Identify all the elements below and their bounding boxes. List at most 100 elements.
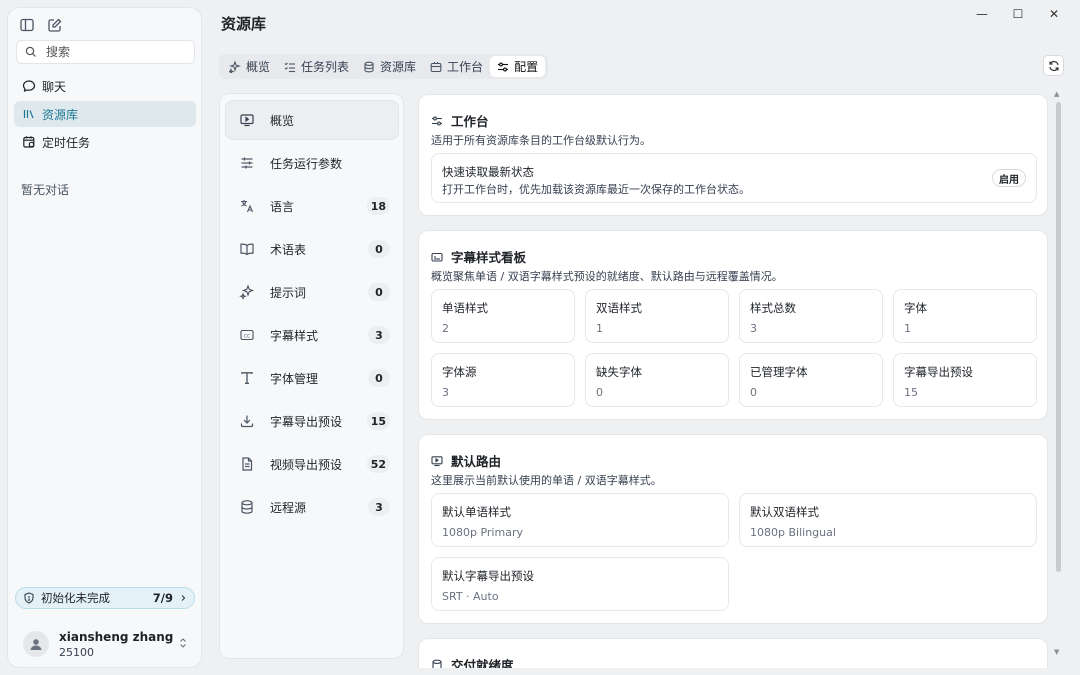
window-controls: — ☐ ✕ xyxy=(964,4,1072,24)
stat-tile: 双语样式 1 xyxy=(585,289,729,343)
card-title: 交付就绪度 xyxy=(431,655,514,668)
sparkle-icon xyxy=(229,60,241,73)
tab-workbench[interactable]: 工作台 xyxy=(423,56,490,77)
empty-conversations-text: 暂无对话 xyxy=(21,183,70,197)
stat-label: 字幕导出预设 xyxy=(904,365,973,379)
sidebar-toggle-icon[interactable] xyxy=(19,17,35,33)
document-icon xyxy=(239,456,255,472)
count-badge: 3 xyxy=(368,498,390,516)
init-status-count: 7/9 xyxy=(152,591,173,605)
count-badge: 18 xyxy=(366,197,390,215)
book-icon xyxy=(239,241,255,257)
workbench-card: 工作台 适用于所有资源库条目的工作台级默认行为。 快速读取最新状态 打开工作台时… xyxy=(418,94,1048,216)
translate-icon xyxy=(239,198,255,214)
user-profile[interactable]: xiansheng zhang 25100 xyxy=(15,624,195,664)
chevron-up-down-icon[interactable] xyxy=(179,637,187,649)
card-title: 字幕样式看板 xyxy=(431,247,526,266)
card-title-text: 工作台 xyxy=(451,114,489,129)
scroll-down-arrow[interactable]: ▼ xyxy=(1054,648,1059,656)
stat-label: 样式总数 xyxy=(750,301,796,315)
maximize-button[interactable]: ☐ xyxy=(1000,4,1036,24)
settings-item-overview[interactable]: 概览 xyxy=(226,101,398,139)
settings-item-label: 视频导出预设 xyxy=(270,457,343,472)
enable-button[interactable]: 启用 xyxy=(992,169,1026,187)
scrollbar-thumb[interactable] xyxy=(1056,102,1061,572)
stat-tile: 样式总数 3 xyxy=(739,289,883,343)
count-badge: 0 xyxy=(368,369,390,387)
sidebar-item-label: 聊天 xyxy=(42,79,67,94)
type-icon xyxy=(239,370,255,386)
settings-item-label: 任务运行参数 xyxy=(270,156,343,171)
settings-item-language[interactable]: 语言 18 xyxy=(226,187,398,225)
refresh-button[interactable] xyxy=(1043,55,1064,76)
settings-item-glossary[interactable]: 术语表 0 xyxy=(226,230,398,268)
sidebar-item-label: 资源库 xyxy=(42,107,79,122)
sidebar-item-scheduled-tasks[interactable]: 定时任务 xyxy=(14,129,196,155)
search-box[interactable] xyxy=(16,40,195,64)
settings-item-subtitle-styles[interactable]: CC 字幕样式 3 xyxy=(226,316,398,354)
settings-item-font-management[interactable]: 字体管理 0 xyxy=(226,359,398,397)
avatar xyxy=(23,631,49,657)
settings-item-prompts[interactable]: 提示词 0 xyxy=(226,273,398,311)
monitor-icon xyxy=(239,112,255,128)
tab-library[interactable]: 资源库 xyxy=(356,56,423,77)
init-status-bar[interactable]: 初始化未完成 7/9 xyxy=(15,587,195,609)
calendar-clock-icon xyxy=(22,135,36,149)
route-tile: 默认单语样式 1080p Primary xyxy=(431,493,729,547)
settings-item-video-export-presets[interactable]: 视频导出预设 52 xyxy=(226,445,398,483)
close-button[interactable]: ✕ xyxy=(1036,4,1072,24)
tab-label: 概览 xyxy=(246,60,271,74)
card-description: 这里展示当前默认使用的单语 / 双语字幕样式。 xyxy=(431,474,662,487)
library-icon xyxy=(22,107,36,121)
stat-value: 3 xyxy=(750,322,757,335)
settings-item-label: 字幕样式 xyxy=(270,328,319,343)
workbench-icon xyxy=(430,61,442,73)
route-tile: 默认字幕导出预设 SRT · Auto xyxy=(431,557,729,611)
sidebar-item-label: 定时任务 xyxy=(42,135,91,150)
tab-task-list[interactable]: 任务列表 xyxy=(277,56,356,77)
sidebar-item-library[interactable]: 资源库 xyxy=(14,101,196,127)
minimize-button[interactable]: — xyxy=(964,4,1000,24)
settings-item-remote-sources[interactable]: 远程源 3 xyxy=(226,488,398,526)
stat-label: 单语样式 xyxy=(442,301,488,315)
database-icon xyxy=(239,499,255,515)
tab-label: 资源库 xyxy=(380,60,417,74)
card-title-text: 交付就绪度 xyxy=(451,658,514,668)
stat-value: 2 xyxy=(442,322,449,335)
new-chat-icon[interactable] xyxy=(47,17,63,33)
card-description: 概览聚焦单语 / 双语字幕样式预设的就绪度、默认路由与远程覆盖情况。 xyxy=(431,270,783,283)
route-label: 默认双语样式 xyxy=(750,505,819,519)
subtitle-icon: CC xyxy=(239,327,255,343)
sliders-icon xyxy=(431,115,443,127)
settings-item-subtitle-export-presets[interactable]: 字幕导出预设 15 xyxy=(226,402,398,440)
route-label: 默认字幕导出预设 xyxy=(442,569,534,583)
stat-tile: 字体源 3 xyxy=(431,353,575,407)
stat-value: 1 xyxy=(904,322,911,335)
user-name: xiansheng zhang xyxy=(59,629,174,644)
scroll-up-arrow[interactable]: ▲ xyxy=(1054,90,1059,98)
settings-item-task-params[interactable]: 任务运行参数 xyxy=(226,144,398,182)
route-label: 默认单语样式 xyxy=(442,505,511,519)
stat-label: 字体源 xyxy=(442,365,477,379)
count-badge: 0 xyxy=(368,240,390,258)
user-id: 25100 xyxy=(59,645,94,659)
sidebar-item-chat[interactable]: 聊天 xyxy=(14,73,196,99)
app-window: — ☐ ✕ 聊天 xyxy=(0,0,1080,675)
settings-item-label: 概览 xyxy=(270,113,295,128)
subtitle-icon xyxy=(431,251,443,263)
stat-label: 缺失字体 xyxy=(596,365,642,379)
tab-settings[interactable]: 配置 xyxy=(490,56,546,77)
route-tile: 默认双语样式 1080p Bilingual xyxy=(739,493,1037,547)
tab-label: 任务列表 xyxy=(301,60,350,74)
sparkle-icon xyxy=(239,284,255,300)
search-input[interactable] xyxy=(46,45,186,59)
settings-item-label: 字幕导出预设 xyxy=(270,414,343,429)
sidebar-nav: 聊天 资源库 定时任务 xyxy=(14,73,196,157)
stat-tile: 字幕导出预设 15 xyxy=(893,353,1037,407)
stat-value: 0 xyxy=(750,386,757,399)
card-title-text: 默认路由 xyxy=(451,454,502,469)
chat-bubble-icon xyxy=(22,79,36,93)
stat-label: 双语样式 xyxy=(596,301,642,315)
tab-label: 配置 xyxy=(514,60,539,74)
tab-overview[interactable]: 概览 xyxy=(222,56,277,77)
